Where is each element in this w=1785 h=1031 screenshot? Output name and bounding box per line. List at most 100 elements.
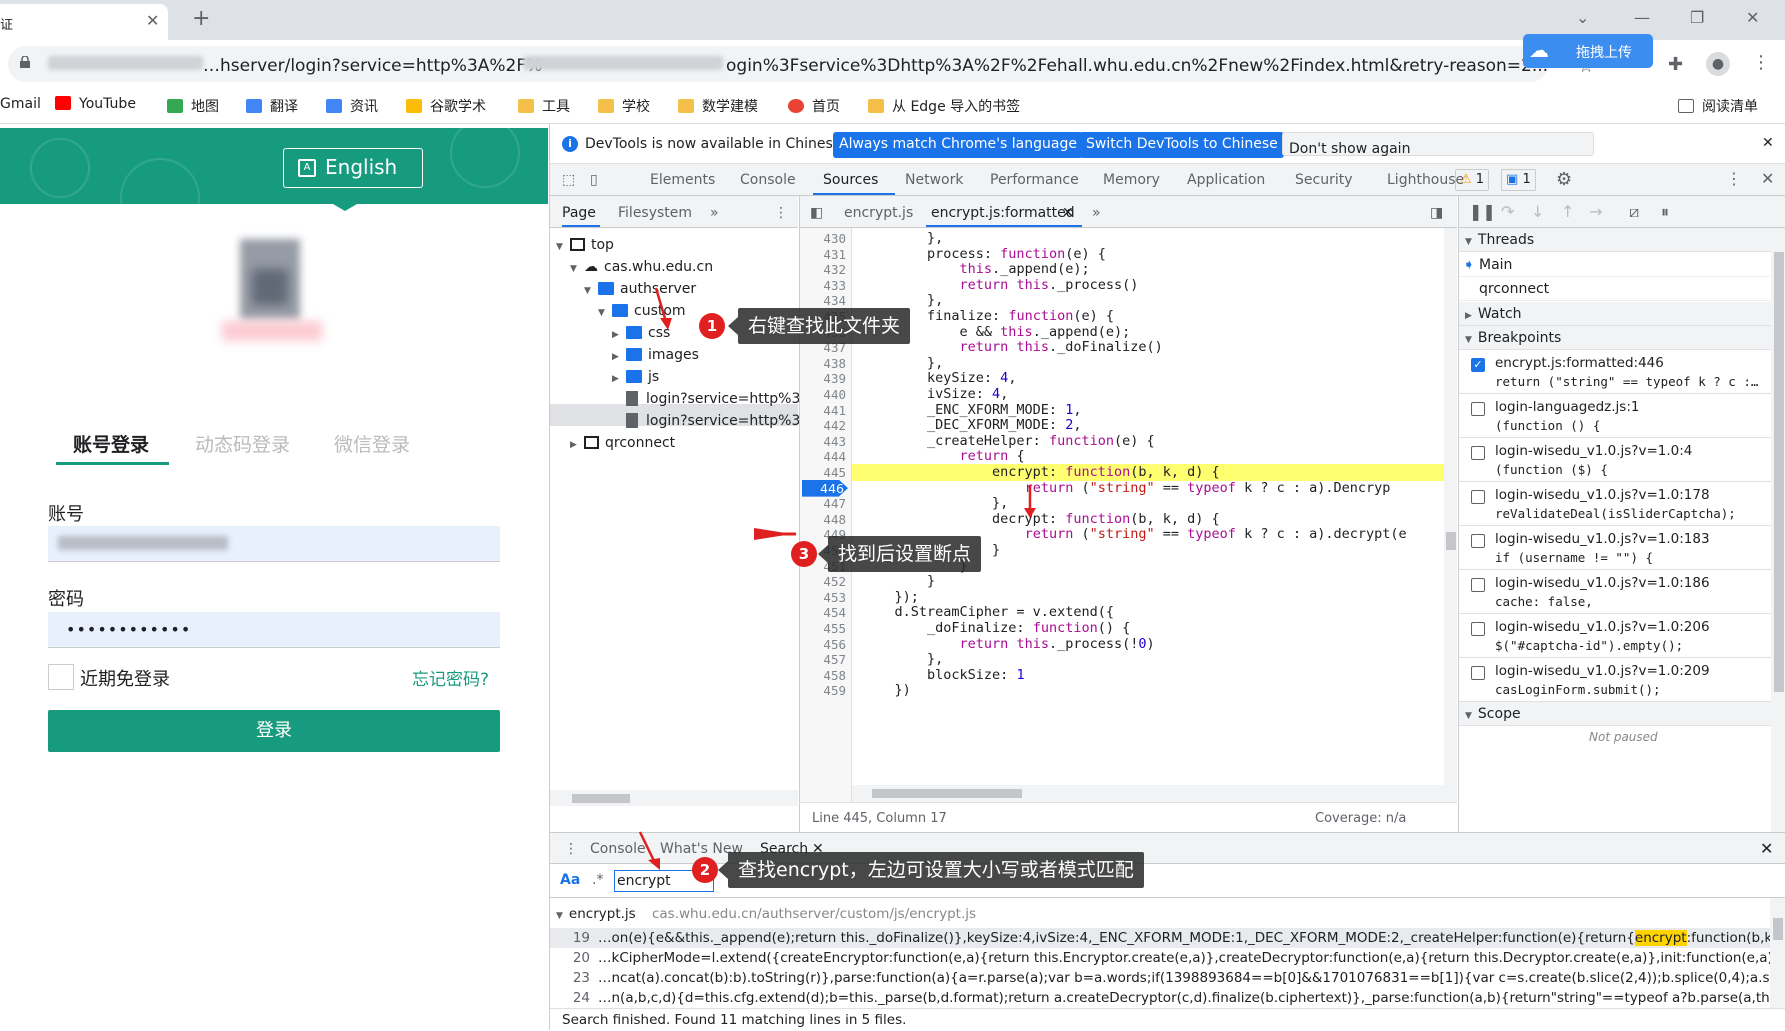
tab-account-login[interactable]: 账号登录 (73, 430, 149, 457)
breakpoint-item[interactable]: login-wisedu_v1.0.js?v=1.0:178 reValidate… (1459, 482, 1771, 526)
breakpoint-checkbox[interactable] (1471, 534, 1485, 548)
tab-performance[interactable]: Performance (990, 172, 1079, 188)
breakpoint-checkbox[interactable] (1471, 490, 1485, 504)
profile-avatar-icon[interactable]: ● (1706, 52, 1730, 76)
bookmark-maps[interactable]: 地图 (167, 96, 219, 116)
line-number[interactable]: 459 (800, 682, 846, 699)
line-number[interactable]: 440 (800, 386, 846, 403)
forgot-password-link[interactable]: 忘记密码? (412, 665, 489, 690)
navigator-menu-icon[interactable]: ⋮ (774, 205, 788, 221)
address-bar[interactable]: …hserver/login?service=http%3A%2F% ogin%… (8, 46, 1548, 82)
tree-node-domain[interactable]: ▼ ☁ cas.whu.edu.cn (570, 256, 713, 278)
line-number[interactable]: 433 (800, 277, 846, 294)
result-row[interactable]: 24 …n(a,b,c,d){d=this.cfg.extend(d);b=thi… (550, 988, 1785, 1008)
bookmark-youtube[interactable]: YouTube (55, 96, 136, 112)
step-icon[interactable]: → (1589, 202, 1602, 221)
vertical-scrollbar[interactable] (1444, 228, 1457, 802)
tab-wechat-login[interactable]: 微信登录 (334, 430, 410, 457)
line-number[interactable]: 448 (800, 511, 846, 528)
file-tab-encrypt-formatted[interactable]: encrypt.js:formatted (931, 205, 1075, 221)
bookmark-translate[interactable]: 翻译 (246, 96, 298, 116)
password-field[interactable]: •••••••••••• (48, 612, 500, 648)
bookmark-news[interactable]: 资讯 (326, 96, 378, 116)
tree-node-js[interactable]: ▶ js (612, 366, 659, 388)
tab-network[interactable]: Network (905, 172, 963, 188)
english-language-button[interactable]: A English (283, 148, 423, 188)
line-number[interactable]: 454 (800, 604, 846, 621)
line-number[interactable]: 431 (800, 246, 846, 263)
result-file-header[interactable]: ▼ encrypt.js cas.whu.edu.cn/authserver/cu… (550, 904, 1770, 924)
drawer-menu-icon[interactable]: ⋮ (564, 841, 578, 857)
line-number[interactable]: 453 (800, 589, 846, 606)
breakpoint-checkbox[interactable]: ✓ (1471, 358, 1485, 372)
match-language-button[interactable]: Always match Chrome's language (833, 132, 1083, 158)
threads-section-header[interactable]: ▼ Threads (1459, 228, 1771, 252)
breakpoint-item[interactable]: ✓ encrypt.js:formatted:446 return ("string… (1459, 350, 1771, 394)
line-number[interactable]: 434 (800, 292, 846, 309)
scope-section-header[interactable]: ▼ Scope (1459, 702, 1771, 726)
baidu-upload-widget[interactable]: ☁ 拖拽上传 (1523, 34, 1653, 68)
warnings-badge[interactable]: ⚠ 1 (1455, 169, 1490, 191)
breakpoint-item[interactable]: login-wisedu_v1.0.js?v=1.0:183 if (userna… (1459, 526, 1771, 570)
tab-application[interactable]: Application (1187, 172, 1265, 188)
switch-to-chinese-button[interactable]: Switch DevTools to Chinese (1080, 132, 1284, 158)
tab-console[interactable]: Console (740, 172, 796, 188)
vertical-scrollbar[interactable] (1770, 898, 1785, 1008)
tree-node-images[interactable]: ▶ images (612, 344, 699, 366)
customize-devtools-icon[interactable]: ⋮ (1726, 169, 1742, 188)
line-number[interactable]: 452 (800, 573, 846, 590)
line-number[interactable]: 444 (800, 448, 846, 465)
step-into-icon[interactable]: ↓ (1531, 202, 1544, 221)
result-row[interactable]: 23 …ncat(a).concat(b):b).toString(r)},par… (550, 968, 1785, 988)
pause-on-exceptions-icon[interactable]: ⏸ (1661, 202, 1669, 222)
line-number[interactable]: 430 (800, 230, 846, 247)
device-toolbar-icon[interactable]: ▯ (590, 172, 598, 188)
bookmark-gmail[interactable]: Gmail (0, 96, 41, 112)
tree-node-qrconnect[interactable]: ▶ qrconnect (570, 432, 675, 454)
line-number[interactable]: 439 (800, 370, 846, 387)
tree-node-css[interactable]: ▶ css (612, 322, 670, 344)
line-number[interactable]: 447 (800, 495, 846, 512)
close-infobar-icon[interactable]: ✕ (1762, 135, 1774, 151)
watch-section-header[interactable]: ▶ Watch (1459, 302, 1771, 326)
line-number[interactable]: 456 (800, 636, 846, 653)
bookmark-math-modeling[interactable]: 数学建模 (678, 96, 758, 116)
bookmark-tools[interactable]: 工具 (518, 96, 570, 116)
close-tab-icon[interactable]: ✕ (1062, 205, 1074, 221)
close-window-icon[interactable]: ✕ (1746, 8, 1759, 27)
deactivate-breakpoints-icon[interactable]: ⧄ (1629, 202, 1639, 222)
more-tabs-icon[interactable]: » (1092, 205, 1101, 221)
new-tab-icon[interactable]: + (192, 6, 210, 31)
breakpoint-item[interactable]: login-wisedu_v1.0.js?v=1.0:206 $("#captch… (1459, 614, 1771, 658)
vertical-scrollbar[interactable] (1771, 228, 1785, 832)
breakpoint-checkbox[interactable] (1471, 446, 1485, 460)
close-drawer-icon[interactable]: ✕ (1760, 839, 1773, 858)
line-number[interactable]: 458 (800, 667, 846, 684)
login-button[interactable]: 登录 (48, 710, 500, 752)
file-tab-encrypt-js[interactable]: encrypt.js (844, 205, 913, 221)
result-row[interactable]: 19 …on(e){e&&this._append(e);return this.… (550, 928, 1785, 948)
tab-sources[interactable]: Sources (823, 172, 878, 188)
tab-memory[interactable]: Memory (1103, 172, 1160, 188)
bookmark-home[interactable]: 首页 (788, 96, 840, 116)
menu-kebab-icon[interactable]: ⋮ (1752, 52, 1770, 73)
more-tabs-icon[interactable]: » (710, 205, 719, 221)
horizontal-scrollbar[interactable] (852, 785, 1444, 802)
tree-node-top[interactable]: ▼ top (556, 234, 614, 256)
tab-elements[interactable]: Elements (650, 172, 715, 188)
inspect-element-icon[interactable]: ⬚ (562, 172, 575, 188)
line-number[interactable]: 445 (800, 464, 846, 481)
step-over-icon[interactable]: ↷ (1501, 202, 1514, 221)
breakpoint-checkbox[interactable] (1471, 622, 1485, 636)
pause-icon[interactable]: ❚❚ (1469, 202, 1496, 221)
messages-badge[interactable]: ▣ 1 (1501, 169, 1536, 191)
bookmark-edge-imports[interactable]: 从 Edge 导入的书签 (868, 96, 1020, 116)
dont-show-again-button[interactable]: Don't show again (1282, 132, 1594, 157)
toggle-navigator-icon[interactable]: ◧ (810, 205, 823, 221)
bookmark-school[interactable]: 学校 (598, 96, 650, 116)
tab-lighthouse[interactable]: Lighthouse (1387, 172, 1464, 188)
line-number[interactable]: 441 (800, 402, 846, 419)
result-row[interactable]: 20 …kCipherMode=l.extend({createEncryptor… (550, 948, 1785, 968)
tab-page[interactable]: Page (562, 205, 596, 221)
extensions-icon[interactable]: ✚ (1668, 54, 1683, 75)
